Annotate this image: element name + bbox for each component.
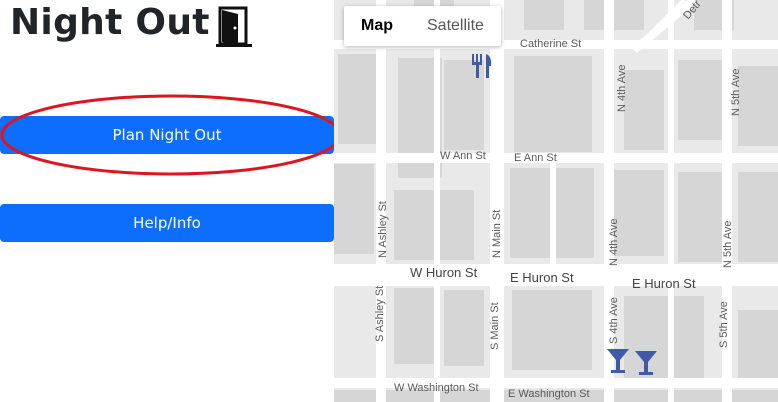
restaurant-icon[interactable] — [470, 52, 494, 80]
street-label: W Washington St — [394, 382, 479, 394]
street-label: N 5th Ave — [730, 68, 742, 117]
plan-night-out-label: Plan Night Out — [112, 126, 222, 144]
street-label: N Ashley St — [377, 201, 389, 258]
map-type-satellite[interactable]: Satellite — [410, 6, 501, 46]
street-label: E Washington St — [508, 388, 590, 400]
map[interactable]: Map Satellite Catherine St W Ann St E An… — [334, 0, 778, 402]
app-title: Night Out — [10, 2, 210, 43]
street-label: E Huron St — [632, 276, 696, 291]
help-info-button[interactable]: Help/Info — [0, 204, 334, 242]
street-label: S Ashley St — [374, 285, 386, 342]
street-label: W Ann St — [440, 150, 486, 162]
door-icon — [216, 6, 252, 47]
street-label: S Main St — [489, 302, 501, 350]
left-panel: Night Out Plan Night Out Help/Info — [0, 0, 334, 402]
bar-icon[interactable] — [606, 348, 630, 374]
help-info-label: Help/Info — [133, 214, 201, 232]
street-label: Catherine St — [520, 38, 582, 50]
street-label: N 5th Ave — [722, 220, 734, 269]
map-tiles — [334, 0, 778, 402]
street-label: E Ann St — [514, 152, 557, 164]
street-label: W Huron St — [410, 265, 478, 280]
street-label: N 4th Ave — [616, 64, 628, 113]
street-label: E Huron St — [510, 270, 574, 285]
map-type-control[interactable]: Map Satellite — [344, 6, 501, 46]
street-label: S 5th Ave — [718, 301, 730, 348]
bar-icon[interactable] — [634, 350, 658, 376]
street-label: S 4th Ave — [608, 297, 620, 344]
street-label: N Main St — [491, 209, 503, 258]
map-type-map[interactable]: Map — [344, 6, 410, 46]
street-label: N 4th Ave — [608, 218, 620, 267]
plan-night-out-button[interactable]: Plan Night Out — [0, 116, 334, 154]
